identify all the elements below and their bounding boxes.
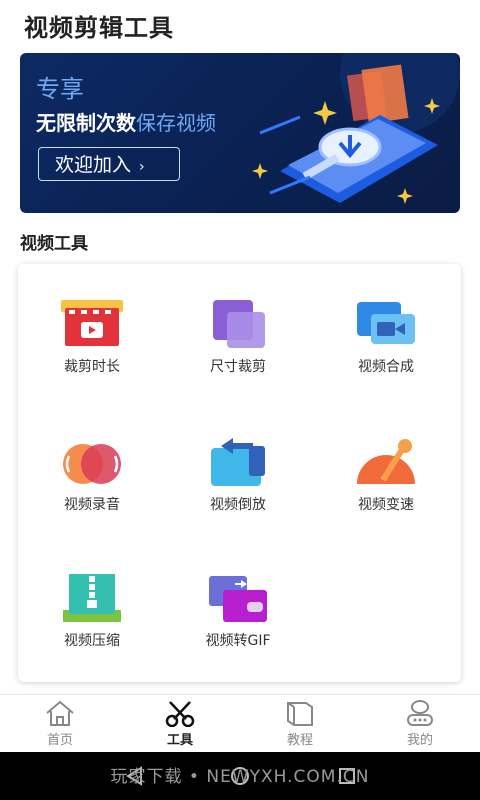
tool-video-to-gif[interactable]: 视频转GIF: [168, 572, 308, 650]
reverse-arrow-icon: [211, 438, 265, 486]
tool-video-merge[interactable]: 视频合成: [316, 298, 456, 376]
video-camera-icon: [357, 302, 415, 344]
bottom-nav: 首页 工具 教程 我的: [0, 694, 480, 753]
tool-video-compress[interactable]: 视频压缩: [22, 572, 162, 650]
profile-icon: [407, 700, 433, 726]
tool-resize-crop[interactable]: 尺寸裁剪: [168, 298, 308, 376]
nav-item-home[interactable]: 首页: [20, 699, 100, 748]
page-title: 视频剪辑工具: [24, 14, 174, 42]
chevron-right-icon: ›: [139, 159, 145, 175]
speed-gauge-icon: [357, 439, 415, 484]
tool-trim-duration[interactable]: 裁剪时长: [22, 298, 162, 376]
join-button[interactable]: 欢迎加入 ›: [38, 147, 180, 181]
film-clip-icon: [61, 300, 123, 346]
home-icon: [46, 700, 74, 726]
nav-item-tools[interactable]: 工具: [140, 699, 220, 748]
nav-item-mine[interactable]: 我的: [380, 699, 460, 748]
banner-headline: 无限制次数保存视频: [36, 111, 216, 135]
tool-video-speed[interactable]: 视频变速: [316, 436, 456, 514]
nav-item-tutorials[interactable]: 教程: [260, 699, 340, 748]
resize-squares-icon: [213, 300, 265, 348]
banner-illustration: [252, 53, 460, 204]
scissors-icon: [165, 701, 195, 727]
watermark: 玩家下载 • NEWYXH.COM.CN: [110, 767, 370, 787]
tool-video-record[interactable]: 视频录音: [22, 436, 162, 514]
book-icon: [287, 702, 313, 726]
banner-exclusive-label: 专享: [36, 75, 84, 103]
tool-video-reverse[interactable]: 视频倒放: [168, 436, 308, 514]
record-audio-icon: [63, 444, 121, 484]
tools-grid: 裁剪时长 尺寸裁剪 视频合成 视频录音 视频倒放 视频变速 视频压缩 视频转GI…: [18, 264, 461, 682]
promo-banner[interactable]: 专享 无限制次数保存视频 欢迎加入 ›: [20, 53, 460, 213]
section-title: 视频工具: [20, 234, 88, 254]
zip-compress-icon: [63, 574, 121, 622]
convert-gif-icon: [209, 576, 267, 622]
